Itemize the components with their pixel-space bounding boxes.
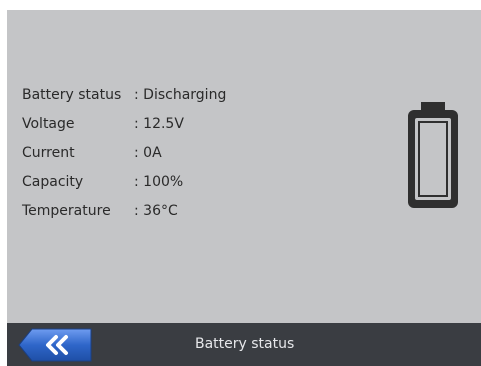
battery-icon (405, 100, 461, 210)
device-frame: Battery status : Discharging Voltage : 1… (7, 10, 481, 366)
capacity-row: Capacity : 100% (22, 167, 226, 196)
capacity-label: Capacity (22, 173, 84, 190)
double-chevron-left-icon (18, 328, 92, 362)
battery-info-screen: Battery status : Discharging Voltage : 1… (7, 10, 481, 323)
temperature-value: : 36°C (134, 202, 178, 219)
capacity-value: : 100% (134, 173, 184, 190)
battery-status-value: : Discharging (134, 86, 227, 103)
footer-bar: Battery status (7, 323, 481, 366)
battery-info-list: Battery status : Discharging Voltage : 1… (22, 80, 226, 225)
voltage-row: Voltage : 12.5V (22, 109, 226, 138)
back-button[interactable] (18, 328, 92, 362)
current-label: Current (22, 144, 75, 161)
footer-title: Battery status (195, 336, 295, 352)
current-row: Current : 0A (22, 138, 226, 167)
voltage-label: Voltage (22, 115, 75, 132)
temperature-label: Temperature (22, 202, 111, 219)
voltage-value: : 12.5V (134, 115, 184, 132)
battery-status-row: Battery status : Discharging (22, 80, 226, 109)
temperature-row: Temperature : 36°C (22, 196, 226, 225)
battery-status-label: Battery status (22, 86, 122, 103)
current-value: : 0A (134, 144, 162, 161)
